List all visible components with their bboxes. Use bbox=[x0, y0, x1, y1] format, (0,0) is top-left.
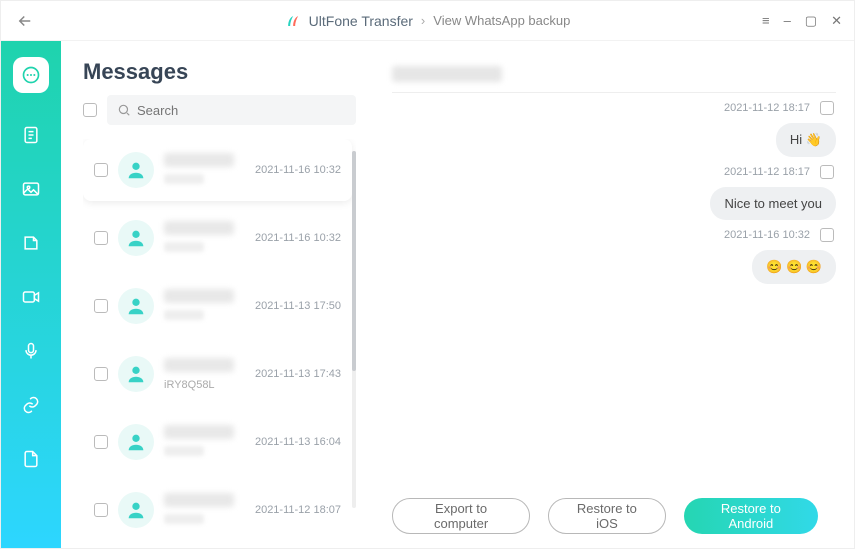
sidebar-stickers-icon[interactable] bbox=[19, 231, 43, 255]
message-timestamp: 2021-11-16 10:32 bbox=[724, 229, 810, 241]
message-row: Hi 👋 bbox=[392, 123, 836, 157]
sidebar-photos-icon[interactable] bbox=[19, 177, 43, 201]
conversation-time: 2021-11-12 18:07 bbox=[255, 504, 341, 516]
back-button[interactable] bbox=[13, 9, 37, 33]
conversation-name bbox=[164, 221, 234, 235]
breadcrumb-current: View WhatsApp backup bbox=[433, 13, 570, 28]
select-all-checkbox[interactable] bbox=[83, 103, 97, 117]
conversation-time: 2021-11-13 16:04 bbox=[255, 436, 341, 448]
minimize-button[interactable]: – bbox=[784, 13, 791, 28]
search-box bbox=[107, 95, 356, 125]
message-checkbox[interactable] bbox=[820, 165, 834, 179]
message-row: 😊 😊 😊 bbox=[392, 250, 836, 284]
export-button[interactable]: Export to computer bbox=[392, 498, 530, 534]
scrollbar-track bbox=[352, 151, 356, 508]
breadcrumb-separator: › bbox=[421, 13, 425, 28]
conversation-item[interactable]: 2021-11-12 18:07 bbox=[83, 479, 352, 541]
scrollbar-thumb[interactable] bbox=[352, 151, 356, 371]
avatar-icon bbox=[118, 288, 154, 324]
restore-android-button[interactable]: Restore to Android bbox=[684, 498, 818, 534]
conversation-snippet bbox=[164, 310, 204, 320]
chat-contact-name bbox=[392, 66, 502, 82]
conversation-item[interactable]: 2021-11-16 10:32 bbox=[83, 207, 352, 269]
message-checkbox[interactable] bbox=[820, 228, 834, 242]
conversation-checkbox[interactable] bbox=[94, 503, 108, 517]
sidebar-videos-icon[interactable] bbox=[19, 285, 43, 309]
sidebar-audio-icon[interactable] bbox=[19, 339, 43, 363]
conversation-time: 2021-11-16 10:32 bbox=[255, 164, 341, 176]
conversation-name bbox=[164, 425, 234, 439]
sidebar-messages-icon[interactable] bbox=[13, 57, 49, 93]
chat-panel: 2021-11-12 18:17 Hi 👋 2021-11-12 18:17 Nice… bbox=[366, 41, 854, 548]
conversation-name bbox=[164, 358, 234, 372]
chat-messages: 2021-11-12 18:17 Hi 👋 2021-11-12 18:17 Nice… bbox=[392, 93, 836, 484]
message-timestamp: 2021-11-12 18:17 bbox=[724, 102, 810, 114]
close-button[interactable]: ✕ bbox=[831, 13, 842, 29]
restore-ios-button[interactable]: Restore to iOS bbox=[548, 498, 666, 534]
conversation-panel: Messages 2021-11-16 10:322021-11-16 10:3… bbox=[61, 41, 366, 548]
message-timestamp-row: 2021-11-12 18:17 bbox=[392, 101, 836, 115]
sidebar-files-icon[interactable] bbox=[19, 447, 43, 471]
message-checkbox[interactable] bbox=[820, 101, 834, 115]
conversation-item[interactable]: 2021-11-13 17:50 bbox=[83, 275, 352, 337]
app-title: UltFone Transfer bbox=[309, 13, 413, 29]
conversation-snippet bbox=[164, 242, 204, 252]
conversation-name bbox=[164, 493, 234, 507]
avatar-icon bbox=[118, 152, 154, 188]
conversation-checkbox[interactable] bbox=[94, 299, 108, 313]
conversation-name bbox=[164, 289, 234, 303]
conversation-snippet bbox=[164, 514, 204, 524]
avatar-icon bbox=[118, 220, 154, 256]
chat-header bbox=[392, 55, 836, 93]
sidebar-links-icon[interactable] bbox=[19, 393, 43, 417]
app-logo-icon bbox=[285, 13, 301, 29]
conversation-snippet bbox=[164, 446, 204, 456]
footer-actions: Export to computer Restore to iOS Restor… bbox=[392, 484, 836, 548]
conversation-checkbox[interactable] bbox=[94, 231, 108, 245]
conversation-name bbox=[164, 153, 234, 167]
avatar-icon bbox=[118, 356, 154, 392]
avatar-icon bbox=[118, 424, 154, 460]
conversation-checkbox[interactable] bbox=[94, 367, 108, 381]
messages-heading: Messages bbox=[83, 59, 188, 85]
message-bubble: Hi 👋 bbox=[776, 123, 836, 157]
conversation-item[interactable]: 2021-11-16 10:32 bbox=[83, 139, 352, 201]
message-bubble: Nice to meet you bbox=[710, 187, 836, 220]
maximize-button[interactable]: ▢ bbox=[805, 13, 817, 29]
titlebar: UltFone Transfer › View WhatsApp backup … bbox=[1, 1, 854, 41]
message-timestamp-row: 2021-11-12 18:17 bbox=[392, 165, 836, 179]
conversation-checkbox[interactable] bbox=[94, 435, 108, 449]
message-bubble: 😊 😊 😊 bbox=[752, 250, 836, 284]
conversation-list[interactable]: 2021-11-16 10:32 2021-11-16 10:32 2021-11-… bbox=[83, 139, 356, 548]
sidebar-documents-icon[interactable] bbox=[19, 123, 43, 147]
sidebar-nav bbox=[1, 41, 61, 548]
conversation-time: 2021-11-13 17:50 bbox=[255, 300, 341, 312]
conversation-time: 2021-11-13 17:43 bbox=[255, 368, 341, 380]
conversation-item[interactable]: iRY8Q58L 2021-11-13 17:43 bbox=[83, 343, 352, 405]
avatar-icon bbox=[118, 492, 154, 528]
conversation-snippet: iRY8Q58L bbox=[164, 379, 215, 389]
conversation-item[interactable]: 2021-11-13 16:04 bbox=[83, 411, 352, 473]
message-timestamp: 2021-11-12 18:17 bbox=[724, 166, 810, 178]
conversation-snippet bbox=[164, 174, 204, 184]
conversation-checkbox[interactable] bbox=[94, 163, 108, 177]
menu-button[interactable]: ≡ bbox=[762, 13, 770, 28]
message-row: Nice to meet you bbox=[392, 187, 836, 220]
message-timestamp-row: 2021-11-16 10:32 bbox=[392, 228, 836, 242]
search-input[interactable] bbox=[137, 103, 346, 118]
conversation-time: 2021-11-16 10:32 bbox=[255, 232, 341, 244]
search-icon bbox=[117, 103, 131, 117]
